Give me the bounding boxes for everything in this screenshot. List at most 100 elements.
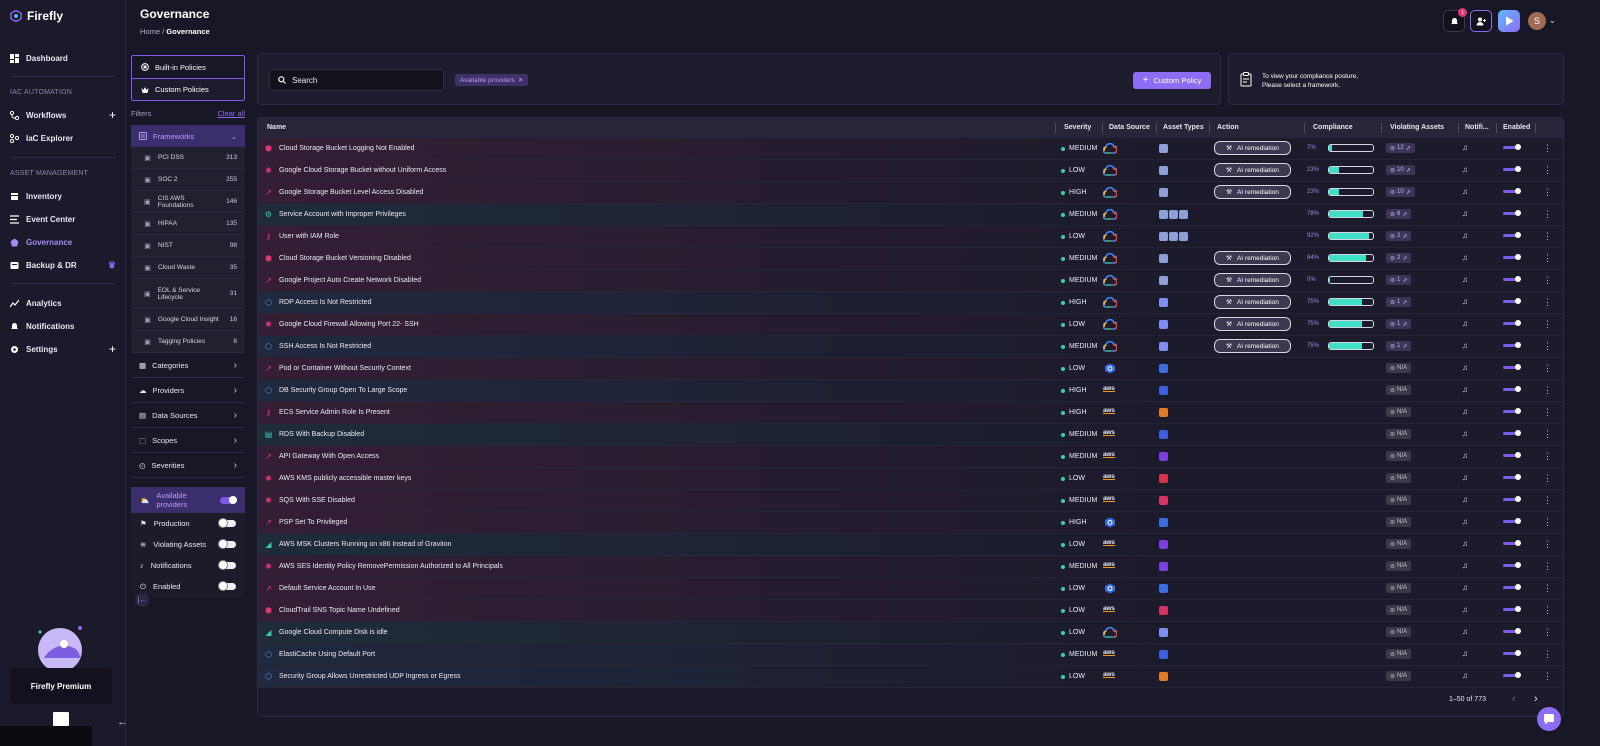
violating-assets-badge[interactable]: ⊜ N/A (1386, 539, 1412, 549)
column-header-name[interactable]: Name (267, 124, 286, 131)
enabled-toggle[interactable] (1503, 408, 1521, 414)
more-options-icon[interactable]: ⋮ (1543, 297, 1552, 308)
table-row[interactable]: ⬢ Cloud Storage Bucket Versioning Disabl… (258, 248, 1563, 270)
bell-icon[interactable]: ♫ (1462, 429, 1468, 438)
table-row[interactable]: ↗ Pod or Container Without Security Cont… (258, 358, 1563, 380)
column-resize-handle[interactable] (1458, 123, 1459, 133)
tab-custom-policies[interactable]: Custom Policies (132, 78, 244, 100)
bell-icon[interactable]: ♫ (1462, 165, 1468, 174)
nav-iac-explorer[interactable]: IaC Explorer (10, 130, 116, 146)
enabled-toggle[interactable] (1503, 584, 1521, 590)
frameworks-accordion[interactable]: Frameworks ⌄ (131, 125, 245, 147)
more-options-icon[interactable]: ⋮ (1543, 407, 1552, 418)
invite-user-button[interactable] (1470, 10, 1492, 32)
table-row[interactable]: ✺ Google Cloud Firewall Allowing Port 22… (258, 314, 1563, 336)
enabled-toggle[interactable] (1503, 232, 1521, 238)
enabled-toggle[interactable] (1503, 650, 1521, 656)
ai-remediation-button[interactable]: ⚒ AI remediation (1214, 251, 1291, 265)
more-options-icon[interactable]: ⋮ (1543, 583, 1552, 594)
available-providers-toggle[interactable] (220, 495, 237, 504)
add-settings-icon[interactable]: + (109, 342, 116, 356)
ai-remediation-button[interactable]: ⚒ AI remediation (1214, 163, 1291, 177)
framework-item[interactable]: ▣ SOC 2 255 (131, 169, 245, 191)
bell-icon[interactable]: ♫ (1462, 275, 1468, 284)
framework-item[interactable]: ▣ Tagging Policies 8 (131, 331, 245, 353)
ai-remediation-button[interactable]: ⚒ AI remediation (1214, 295, 1291, 309)
nav-dashboard[interactable]: Dashboard (10, 50, 116, 66)
violating-assets-badge[interactable]: ⊜ 2 ⇗ (1386, 253, 1412, 263)
add-workflow-icon[interactable]: + (109, 108, 116, 122)
nav-notifications[interactable]: Notifications (10, 318, 116, 334)
nav-workflows[interactable]: Workflows + (10, 107, 116, 123)
bell-icon[interactable]: ♫ (1462, 605, 1468, 614)
table-row[interactable]: ⬢ Cloud Storage Bucket Logging Not Enabl… (258, 138, 1563, 160)
enabled-toggle[interactable] (219, 582, 236, 590)
ai-remediation-button[interactable]: ⚒ AI remediation (1214, 339, 1291, 353)
enabled-toggle[interactable] (1503, 386, 1521, 392)
bell-icon[interactable]: ♫ (1462, 451, 1468, 460)
premium-card[interactable]: Firefly Premium (10, 668, 112, 704)
column-header-severity[interactable]: Severity (1064, 124, 1091, 131)
table-row[interactable]: ↗ Google Storage Bucket Level Access Dis… (258, 182, 1563, 204)
nav-inventory[interactable]: Inventory (10, 188, 116, 204)
bell-icon[interactable]: ♫ (1462, 209, 1468, 218)
column-header-enabled[interactable]: Enabled (1503, 124, 1530, 131)
next-page-button[interactable]: › (1534, 693, 1538, 705)
violating-assets-badge[interactable]: ⊜ 6 ⇗ (1386, 209, 1412, 219)
violating-assets-badge[interactable]: ⊜ N/A (1386, 429, 1412, 439)
table-row[interactable]: ⬡ ElastiCache Using Default Port MEDIUM … (258, 644, 1563, 666)
more-options-icon[interactable]: ⋮ (1543, 561, 1552, 572)
table-row[interactable]: ✺ AWS KMS publicly accessible master key… (258, 468, 1563, 490)
more-options-icon[interactable]: ⋮ (1543, 671, 1552, 682)
production-toggle[interactable] (219, 519, 236, 527)
framework-item[interactable]: ▣ HIPAA 135 (131, 213, 245, 235)
enabled-toggle[interactable] (1503, 518, 1521, 524)
violating-assets-badge[interactable]: ⊜ N/A (1386, 495, 1412, 505)
enabled-toggle[interactable] (1503, 430, 1521, 436)
violating-assets-badge[interactable]: ⊜ 1 ⇗ (1386, 275, 1412, 285)
enabled-toggle[interactable] (1503, 254, 1521, 260)
data-sources-accordion[interactable]: ▤ Data Sources › (131, 403, 245, 428)
violating-assets-badge[interactable]: ⊜ N/A (1386, 649, 1412, 659)
violating-assets-badge[interactable]: ⊜ 1 ⇗ (1386, 297, 1412, 307)
column-resize-handle[interactable] (1535, 123, 1536, 133)
bell-icon[interactable]: ♫ (1462, 407, 1468, 416)
table-row[interactable]: ⬢ CloudTrail SNS Topic Name Undefined LO… (258, 600, 1563, 622)
clear-all-link[interactable]: Clear all (217, 109, 245, 121)
collapse-filters-icon[interactable]: |← (135, 593, 149, 607)
search-box[interactable] (269, 69, 444, 91)
framework-item[interactable]: ▣ Google Cloud Insight 16 (131, 309, 245, 331)
collapse-sidebar-icon[interactable]: ← (117, 716, 128, 728)
more-options-icon[interactable]: ⋮ (1543, 187, 1552, 198)
column-header-violating-assets[interactable]: Violating Assets (1390, 124, 1444, 131)
more-options-icon[interactable]: ⋮ (1543, 363, 1552, 374)
table-row[interactable]: ↗ API Gateway With Open Access MEDIUM aw… (258, 446, 1563, 468)
more-options-icon[interactable]: ⋮ (1543, 429, 1552, 440)
more-options-icon[interactable]: ⋮ (1543, 517, 1552, 528)
breadcrumb-home[interactable]: Home (140, 27, 160, 36)
column-header-compliance[interactable]: Compliance (1313, 124, 1353, 131)
severities-accordion[interactable]: ◴ Severities › (131, 453, 245, 478)
bell-icon[interactable]: ♫ (1462, 231, 1468, 240)
categories-accordion[interactable]: ▦ Categories › (131, 353, 245, 378)
bell-icon[interactable]: ♫ (1462, 341, 1468, 350)
nav-analytics[interactable]: Analytics (10, 295, 116, 311)
bell-icon[interactable]: ♫ (1462, 517, 1468, 526)
nav-backup-dr[interactable]: Backup & DR ♛ (10, 257, 116, 273)
violating-assets-badge[interactable]: ⊜ N/A (1386, 363, 1412, 373)
table-row[interactable]: ⬡ DB Security Group Open To Large Scope … (258, 380, 1563, 402)
bell-icon[interactable]: ♫ (1462, 539, 1468, 548)
violating-assets-badge[interactable]: ⊜ 2 ⇗ (1386, 231, 1412, 241)
column-resize-handle[interactable] (1496, 123, 1497, 133)
column-header-action[interactable]: Action (1217, 124, 1239, 131)
bell-icon[interactable]: ♫ (1462, 187, 1468, 196)
violating-assets-badge[interactable]: ⊜ 10 ⇗ (1386, 165, 1415, 175)
table-row[interactable]: ✺ SQS With SSE Disabled MEDIUM aws ⊜ N/A … (258, 490, 1563, 512)
violating-assets-badge[interactable]: ⊜ N/A (1386, 605, 1412, 615)
table-row[interactable]: ⬡ SSH Access Is Not Restricted MEDIUM ⚒ A… (258, 336, 1563, 358)
providers-accordion[interactable]: ☁ Providers › (131, 378, 245, 403)
violating-assets-badge[interactable]: ⊜ 1 ⇗ (1386, 319, 1412, 329)
bell-icon[interactable]: ♫ (1462, 253, 1468, 262)
enabled-toggle[interactable] (1503, 188, 1521, 194)
framework-item[interactable]: ▣ NIST 98 (131, 235, 245, 257)
